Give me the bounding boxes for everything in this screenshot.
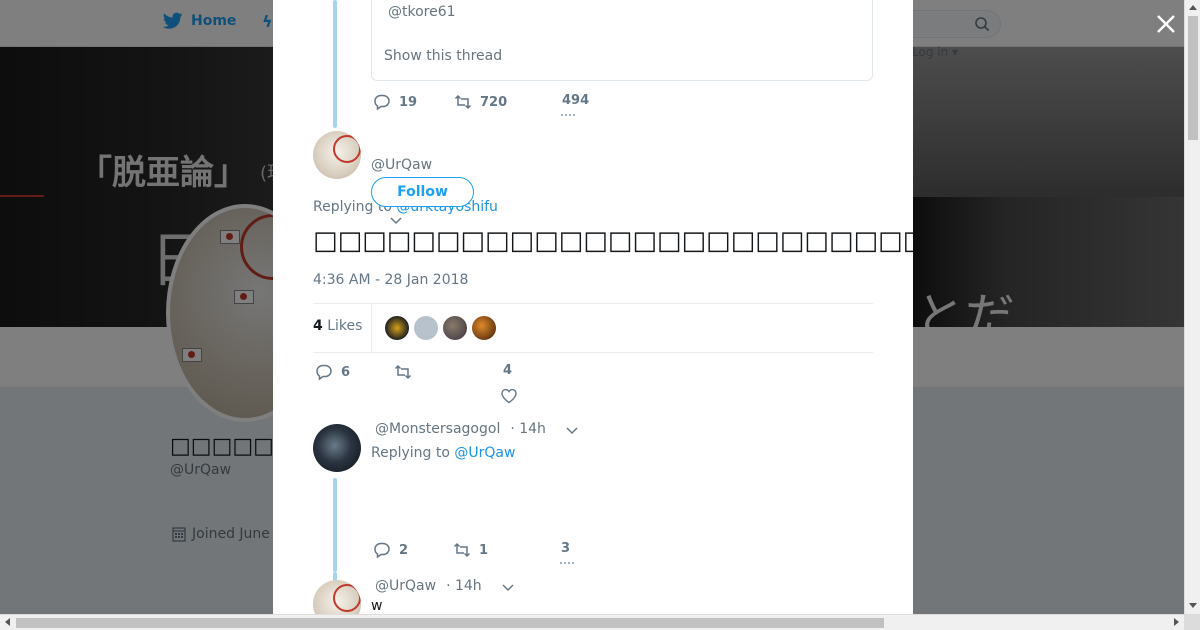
scroll-up-arrow-icon[interactable] [1189,5,1197,10]
quoted-tweet-card[interactable]: @tkore61 Show this thread [371,0,873,81]
reply-time[interactable]: · 14h [510,421,546,437]
retweet-button[interactable] [394,363,412,381]
liker-avatar[interactable] [385,316,409,340]
chevron-down-icon[interactable] [501,581,515,595]
like-button[interactable]: 494 [562,93,589,108]
liker-avatar[interactable] [472,316,496,340]
follow-button[interactable]: Follow [371,177,474,207]
like-count: 4 [503,363,513,378]
reply-icon [316,364,332,381]
reply-button[interactable]: 19 [373,93,417,111]
reply-text: w [371,598,383,614]
scroll-down-arrow-icon[interactable] [1189,603,1197,608]
vertical-scrollbar[interactable] [1184,0,1200,614]
retweet-count: 720 [480,94,508,110]
replying-to-mention[interactable]: @UrQaw [454,445,515,461]
thread-line [333,478,337,572]
likes-count[interactable]: 4 Likes [313,318,362,334]
reply-author-handle[interactable]: @Monstersagogol [375,421,500,437]
liker-avatar[interactable] [414,316,438,340]
retweet-icon [454,94,472,110]
show-thread-link[interactable]: Show this thread [384,48,502,64]
scroll-left-arrow-icon[interactable] [5,618,10,626]
likes-bar: 4 Likes [313,303,873,353]
heart-icon [561,114,575,122]
horizontal-scrollbar[interactable] [0,614,1184,630]
reply-icon [374,542,390,559]
reply-button[interactable]: 2 [373,541,408,559]
reply-author-handle[interactable]: @UrQaw [375,578,436,594]
chevron-down-icon[interactable] [565,424,579,438]
reply-author-avatar[interactable] [313,424,361,472]
replying-to-line: Replying to @UrQaw [371,445,516,461]
like-count: 494 [562,93,590,108]
vertical-scrollbar-thumb[interactable] [1188,16,1198,140]
retweet-count: 1 [479,542,489,558]
like-button[interactable]: 4 [503,363,512,378]
like-count: 3 [561,541,571,556]
like-button[interactable]: 3 [561,541,570,556]
close-modal-button[interactable] [1154,12,1178,36]
tweet-modal: @tkore61 Show this thread 19 720 494 @Ur… [273,0,913,614]
close-icon [1157,15,1175,33]
liker-avatar[interactable] [443,316,467,340]
reply-count: 2 [399,542,409,558]
retweet-button[interactable]: 1 [453,541,488,559]
heart-icon[interactable] [500,387,518,405]
author-handle[interactable]: @UrQaw [371,157,432,173]
horizontal-scrollbar-thumb[interactable] [16,618,884,628]
scroll-right-arrow-icon[interactable] [1174,618,1179,626]
tweet-text: □□□□□□□□□□□□□□□□□□□□□□□□□□□□□□□□□□□□□□□□… [313,226,913,256]
retweet-button[interactable]: 720 [454,93,507,111]
retweet-icon [453,542,471,558]
reply-author-avatar[interactable] [313,580,361,614]
retweet-icon [394,364,412,380]
reply-header: @UrQaw · 14h [375,578,482,594]
reply-count: 19 [399,94,418,110]
reply-button[interactable]: 6 [315,363,350,381]
reply-icon [374,94,390,111]
reply-time[interactable]: · 14h [446,578,482,594]
author-avatar[interactable] [313,131,361,179]
quoted-handle: @tkore61 [388,4,456,20]
reply-header: @Monstersagogol · 14h [375,421,546,437]
scrollbar-corner [1184,614,1200,630]
heart-icon [560,562,574,570]
thread-line [333,0,337,128]
reply-count: 6 [341,364,351,380]
tweet-timestamp[interactable]: 4:36 AM - 28 Jan 2018 [313,272,468,288]
